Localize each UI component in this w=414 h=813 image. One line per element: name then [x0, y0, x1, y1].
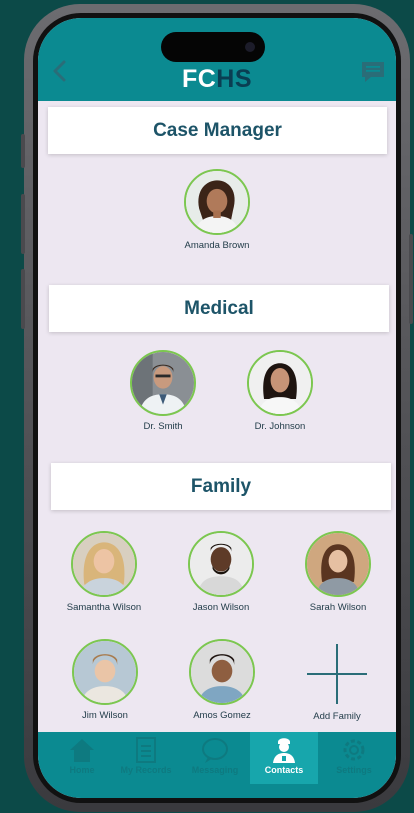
tab-my-records-label: My Records	[120, 765, 172, 775]
tab-home-label: Home	[69, 765, 95, 775]
contact-amos-gomez[interactable]: Amos Gomez	[177, 639, 267, 721]
bottom-tab-bar: Home My Records Messaging Contacts Setti…	[38, 732, 396, 798]
avatar	[72, 639, 138, 705]
gear-icon	[343, 739, 365, 761]
contact-dr-johnson[interactable]: Dr. Johnson	[235, 350, 325, 432]
tab-home[interactable]: Home	[48, 732, 116, 784]
contact-dr-smith[interactable]: Dr. Smith	[118, 350, 208, 432]
speech-bubble-icon	[202, 738, 228, 763]
avatar	[305, 531, 371, 597]
avatar	[184, 169, 250, 235]
volume-down-button	[21, 269, 25, 329]
section-case-manager-title: Case Manager	[48, 107, 387, 154]
home-icon	[70, 739, 94, 762]
tab-settings[interactable]: Settings	[320, 732, 388, 784]
contact-name: Samantha Wilson	[66, 602, 142, 613]
contact-name: Dr. Johnson	[254, 421, 306, 432]
chat-message-icon[interactable]	[360, 60, 386, 84]
contact-name: Sarah Wilson	[309, 602, 367, 613]
app-screen: FCHS Case Manager Amanda Brown Medical D…	[38, 18, 396, 798]
contact-jason-wilson[interactable]: Jason Wilson	[176, 531, 266, 613]
contact-amanda-brown[interactable]: Amanda Brown	[172, 169, 262, 251]
dynamic-island	[161, 32, 265, 62]
tab-settings-label: Settings	[336, 765, 372, 775]
contact-samantha-wilson[interactable]: Samantha Wilson	[59, 531, 149, 613]
plus-icon	[307, 644, 367, 704]
avatar	[130, 350, 196, 416]
logo-text-hs: HS	[216, 65, 253, 93]
volume-up-button	[21, 194, 25, 254]
phone-frame: FCHS Case Manager Amanda Brown Medical D…	[21, 4, 413, 812]
contact-name: Amos Gomez	[193, 710, 251, 721]
contact-jim-wilson[interactable]: Jim Wilson	[60, 639, 150, 721]
phone-bezel: FCHS Case Manager Amanda Brown Medical D…	[33, 13, 401, 803]
avatar	[71, 531, 137, 597]
tab-messaging-label: Messaging	[191, 765, 239, 775]
app-header: FCHS	[38, 18, 396, 101]
contact-name: Jason Wilson	[192, 602, 250, 613]
app-logo: FCHS	[38, 65, 396, 94]
contact-name: Dr. Smith	[143, 421, 183, 432]
document-icon	[136, 737, 156, 763]
avatar	[188, 531, 254, 597]
tab-my-records[interactable]: My Records	[112, 732, 180, 784]
avatar	[247, 350, 313, 416]
doctor-contact-icon	[273, 738, 295, 763]
contact-name: Jim Wilson	[82, 710, 128, 721]
logo-text-fc: FC	[181, 65, 217, 93]
section-medical-title: Medical	[49, 285, 389, 332]
tab-messaging[interactable]: Messaging	[181, 732, 249, 784]
avatar	[189, 639, 255, 705]
add-family-button[interactable]: Add Family	[292, 641, 382, 722]
tab-contacts-label: Contacts	[264, 765, 304, 775]
power-button	[409, 234, 413, 324]
tab-contacts[interactable]: Contacts	[250, 732, 318, 784]
section-family-title: Family	[51, 463, 391, 510]
contact-name: Amanda Brown	[184, 240, 250, 251]
add-family-label: Add Family	[313, 711, 361, 722]
mute-switch	[21, 134, 25, 168]
contact-sarah-wilson[interactable]: Sarah Wilson	[293, 531, 383, 613]
